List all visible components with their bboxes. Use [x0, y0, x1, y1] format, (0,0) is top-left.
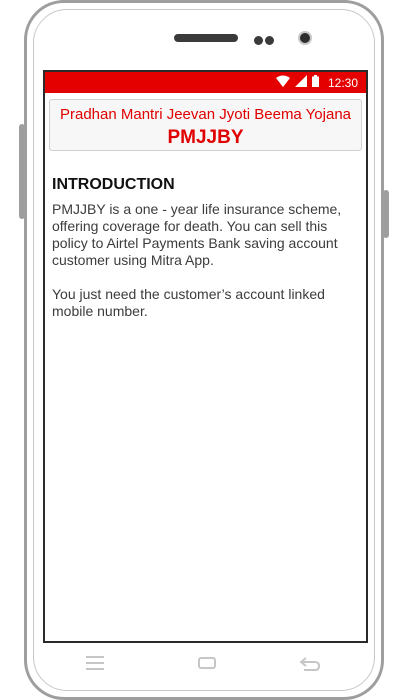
right-side-button: [383, 190, 389, 238]
home-icon[interactable]: [197, 655, 217, 676]
sensor-dot: [265, 36, 274, 45]
scheme-full-name: Pradhan Mantri Jeevan Jyoti Beema Yojana: [59, 106, 352, 123]
battery-icon: [311, 74, 319, 92]
phone-screen: 12:30 Pradhan Mantri Jeevan Jyoti Beema …: [43, 70, 368, 643]
introduction-section: INTRODUCTION PMJJBY is a one - year life…: [52, 175, 362, 320]
scheme-title: PMJJBY: [167, 127, 244, 148]
navigation-bar: [85, 655, 325, 679]
earpiece-speaker: [174, 34, 238, 42]
section-heading: INTRODUCTION: [52, 176, 175, 193]
back-icon[interactable]: [299, 655, 321, 678]
status-time: 12:30: [327, 75, 358, 90]
menu-icon[interactable]: [85, 655, 105, 676]
intro-paragraph: PMJJBY is a one - year life insurance sc…: [52, 201, 342, 268]
requirement-paragraph: You just need the customer’s account lin…: [52, 286, 325, 319]
front-camera: [298, 31, 312, 45]
signal-icon: [294, 74, 307, 92]
wifi-icon: [275, 74, 290, 92]
status-bar: 12:30: [45, 72, 366, 93]
sensor-dot: [254, 36, 263, 45]
scheme-header-card: Pradhan Mantri Jeevan Jyoti Beema Yojana…: [49, 99, 362, 151]
left-side-button: [19, 124, 25, 219]
